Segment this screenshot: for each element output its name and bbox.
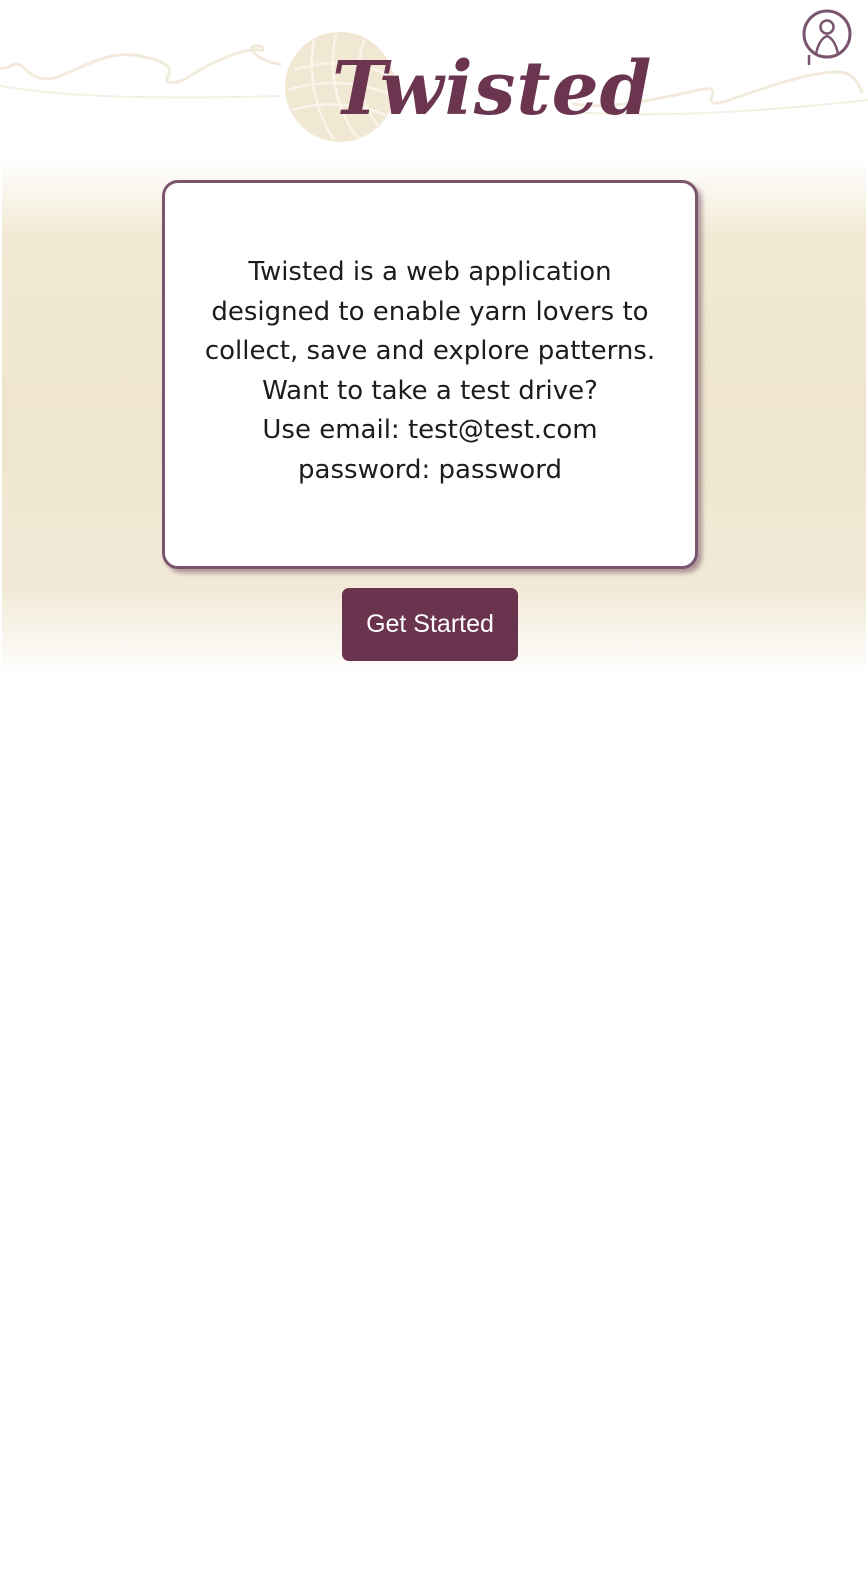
intro-line: password: password	[298, 454, 562, 485]
user-profile-icon[interactable]	[801, 8, 853, 66]
intro-line: Use email: test@test.com	[262, 415, 598, 445]
intro-line: designed to enable yarn lovers to	[211, 296, 649, 327]
landing-page: Twisted Twisted is a web application des…	[0, 0, 868, 1588]
logo-wordmark: Twisted	[332, 46, 653, 132]
get-started-button[interactable]: Get Started	[342, 588, 518, 661]
site-logo[interactable]: Twisted	[284, 30, 651, 150]
intro-line: Want to take a test drive?	[262, 375, 598, 406]
intro-line: collect, save and explore patterns.	[204, 336, 656, 366]
site-header: Twisted	[0, 0, 868, 160]
intro-line: Twisted is a web application	[248, 257, 612, 287]
intro-text: Twisted is a web application designed to…	[195, 253, 665, 490]
intro-card: Twisted is a web application designed to…	[162, 180, 698, 569]
